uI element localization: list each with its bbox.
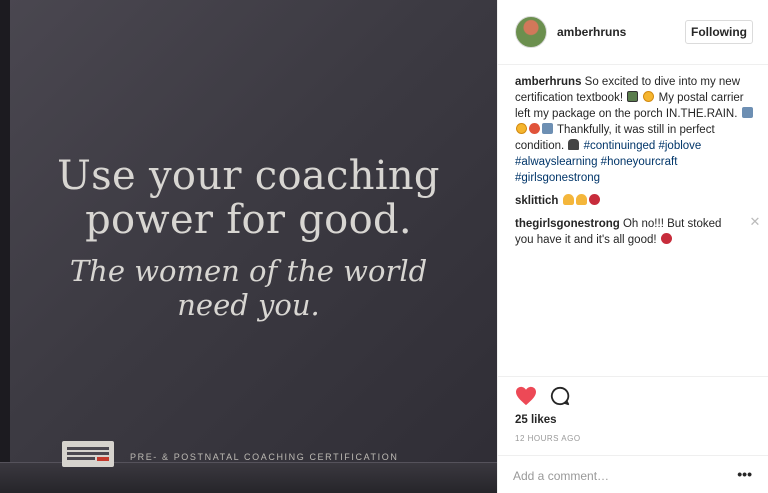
comment-item: sklittich <box>515 193 761 209</box>
book-heading-line-1: Use your coaching <box>57 153 440 199</box>
book-subheading: The women of the world need you. <box>0 254 497 322</box>
heart-emoji-icon <box>660 233 672 244</box>
caption: amberhruns So excited to dive into my ne… <box>515 74 761 186</box>
scream-emoji-icon <box>516 123 527 134</box>
post-header: amberhruns Following <box>498 0 768 65</box>
hat-emoji-icon <box>568 139 580 150</box>
post-photo[interactable]: Use your coaching power for good. The wo… <box>0 0 497 493</box>
comment-input[interactable] <box>513 467 713 485</box>
book-subheading-line-1: The women of the world <box>69 254 428 288</box>
following-button[interactable]: Following <box>685 20 753 44</box>
book-heading: Use your coaching power for good. <box>0 154 497 242</box>
book-emoji-icon <box>627 91 639 102</box>
comments-list: amberhruns So excited to dive into my ne… <box>515 74 761 248</box>
book-subheading-line-2: need you. <box>177 288 320 322</box>
comment-username[interactable]: thegirlsgonestrong <box>515 218 620 230</box>
avatar[interactable] <box>515 16 547 48</box>
heart-emoji-icon <box>588 194 600 205</box>
caption-username[interactable]: amberhruns <box>515 76 581 88</box>
face-emoji-icon <box>643 91 655 102</box>
like-heart-icon[interactable] <box>515 386 537 411</box>
hashtag-link[interactable]: #alwayslearning <box>515 156 597 168</box>
book-heading-line-2: power for good. <box>85 197 412 243</box>
sign-emoji-icon <box>542 123 553 134</box>
hashtag-link[interactable]: #honeyourcraft <box>601 156 678 168</box>
post-panel: amberhruns Following amberhruns So excit… <box>497 0 768 493</box>
more-options-icon[interactable]: ••• <box>737 466 752 482</box>
flexed-bicep-icon <box>562 194 574 205</box>
header-username[interactable]: amberhruns <box>557 25 626 39</box>
hashtag-link[interactable]: #girlsgonestrong <box>515 172 600 184</box>
comment-username[interactable]: sklittich <box>515 195 558 207</box>
academy-logo <box>62 441 114 467</box>
likes-count[interactable]: 25 likes <box>515 414 557 426</box>
angry-emoji-icon <box>529 123 540 134</box>
flexed-bicep-icon <box>575 194 587 205</box>
add-comment-bar: ••• <box>498 455 768 493</box>
hashtag-link[interactable]: #continuinged <box>584 140 656 152</box>
post-actions: 25 likes 12 HOURS AGO ••• <box>498 376 768 493</box>
post-timestamp[interactable]: 12 HOURS AGO <box>515 434 581 443</box>
comment-item: thegirlsgonestrong Oh no!!! But stoked y… <box>515 215 761 248</box>
certification-text: PRE- & POSTNATAL COACHING CERTIFICATION <box>130 452 399 462</box>
hashtag-link[interactable]: #joblove <box>658 140 701 152</box>
comment-bubble-icon[interactable] <box>550 386 570 411</box>
sign-emoji-icon <box>741 107 753 118</box>
close-icon[interactable]: ✕ <box>749 215 761 228</box>
academy-logo-mark <box>67 447 109 461</box>
